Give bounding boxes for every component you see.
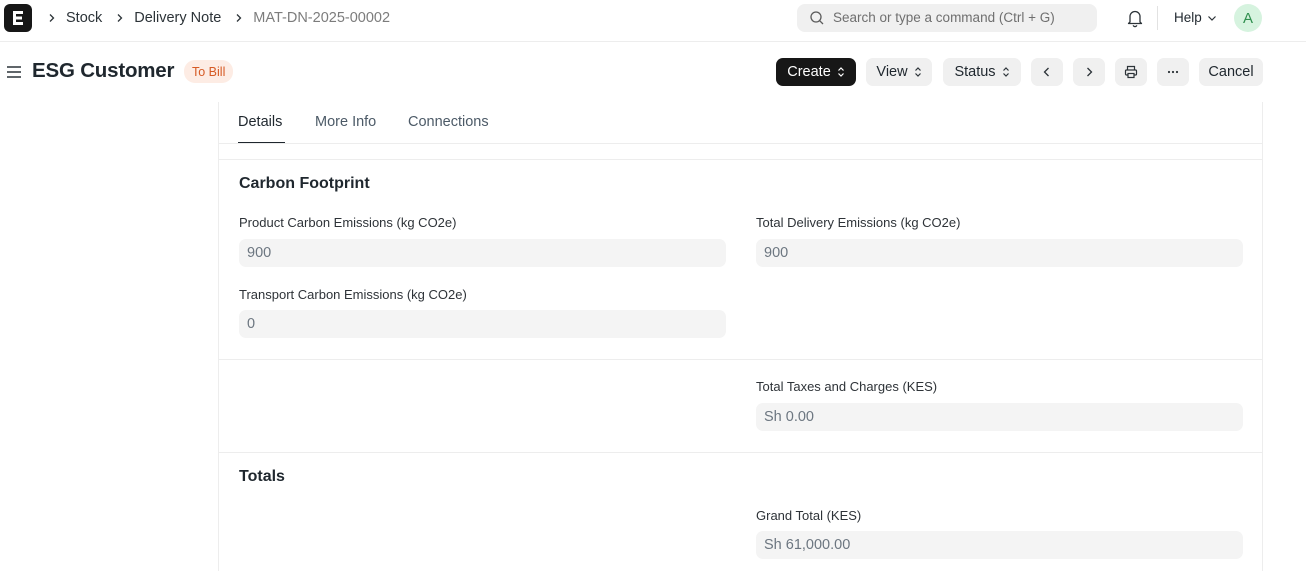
breadcrumb-stock[interactable]: Stock <box>66 10 102 26</box>
breadcrumb: Stock Delivery Note MAT-DN-2025-00002 <box>44 0 400 36</box>
more-horizontal-icon <box>1167 70 1179 74</box>
grand-total-field[interactable]: Sh 61,000.00 <box>756 531 1243 559</box>
printer-icon <box>1124 65 1138 79</box>
form-tabs: Details More Info Connections <box>219 102 1262 144</box>
bell-icon[interactable] <box>1125 8 1145 28</box>
tab-connections[interactable]: Connections <box>408 114 489 130</box>
search-placeholder: Search or type a command (Ctrl + G) <box>833 10 1055 25</box>
chevron-up-down-icon <box>1002 67 1009 77</box>
previous-document-button[interactable] <box>1031 58 1063 86</box>
search-icon <box>810 11 824 25</box>
total-taxes-field[interactable]: Sh 0.00 <box>756 403 1243 431</box>
status-menu-button[interactable]: Status <box>943 58 1021 86</box>
navbar-divider <box>1157 6 1158 30</box>
section-divider <box>219 159 1262 160</box>
total-delivery-emissions-label: Total Delivery Emissions (kg CO2e) <box>756 215 961 230</box>
chevron-up-down-icon <box>837 67 844 77</box>
tab-more-info[interactable]: More Info <box>315 114 376 130</box>
transport-carbon-emissions-label: Transport Carbon Emissions (kg CO2e) <box>239 287 467 302</box>
help-dropdown[interactable]: Help <box>1174 10 1217 25</box>
total-delivery-emissions-field[interactable]: 900 <box>756 239 1243 267</box>
section-divider <box>219 359 1262 360</box>
user-avatar[interactable]: A <box>1234 4 1262 32</box>
chevron-right-icon <box>44 10 60 26</box>
more-actions-button[interactable] <box>1157 58 1189 86</box>
chevron-up-down-icon <box>914 67 921 77</box>
chevron-right-icon <box>231 10 247 26</box>
view-button-label: View <box>876 64 908 80</box>
tab-details[interactable]: Details <box>238 114 282 130</box>
product-carbon-emissions-label: Product Carbon Emissions (kg CO2e) <box>239 215 457 230</box>
total-taxes-label: Total Taxes and Charges (KES) <box>756 379 938 394</box>
breadcrumb-delivery-note[interactable]: Delivery Note <box>134 10 221 26</box>
section-title-carbon-footprint: Carbon Footprint <box>239 175 370 192</box>
create-button-label: Create <box>787 64 831 80</box>
section-title-totals: Totals <box>239 468 285 485</box>
create-button[interactable]: Create <box>776 58 856 86</box>
page-title: ESG Customer <box>32 59 175 82</box>
search-bar[interactable]: Search or type a command (Ctrl + G) <box>797 4 1097 32</box>
top-navbar: Stock Delivery Note MAT-DN-2025-00002 Se… <box>0 0 1306 42</box>
transport-carbon-emissions-field[interactable]: 0 <box>239 310 726 338</box>
breadcrumb-current-document[interactable]: MAT-DN-2025-00002 <box>253 10 390 26</box>
erpnext-logo-icon <box>13 11 23 25</box>
view-menu-button[interactable]: View <box>866 58 932 86</box>
status-button-label: Status <box>954 64 996 80</box>
cancel-button[interactable]: Cancel <box>1199 58 1263 86</box>
chevron-right-icon <box>1087 67 1093 77</box>
sidebar-toggle-icon[interactable] <box>6 64 22 80</box>
form-card: Details More Info Connections Carbon Foo… <box>218 102 1263 571</box>
chevron-down-icon <box>1207 15 1216 21</box>
section-divider <box>219 452 1262 453</box>
status-badge: To Bill <box>184 60 234 83</box>
help-label: Help <box>1174 10 1202 25</box>
print-button[interactable] <box>1115 58 1147 86</box>
app-logo[interactable] <box>4 4 32 32</box>
active-tab-indicator <box>238 142 285 143</box>
product-carbon-emissions-field[interactable]: 900 <box>239 239 726 267</box>
grand-total-label: Grand Total (KES) <box>756 508 862 523</box>
chevron-left-icon <box>1043 67 1049 77</box>
next-document-button[interactable] <box>1073 58 1105 86</box>
chevron-right-icon <box>112 10 128 26</box>
